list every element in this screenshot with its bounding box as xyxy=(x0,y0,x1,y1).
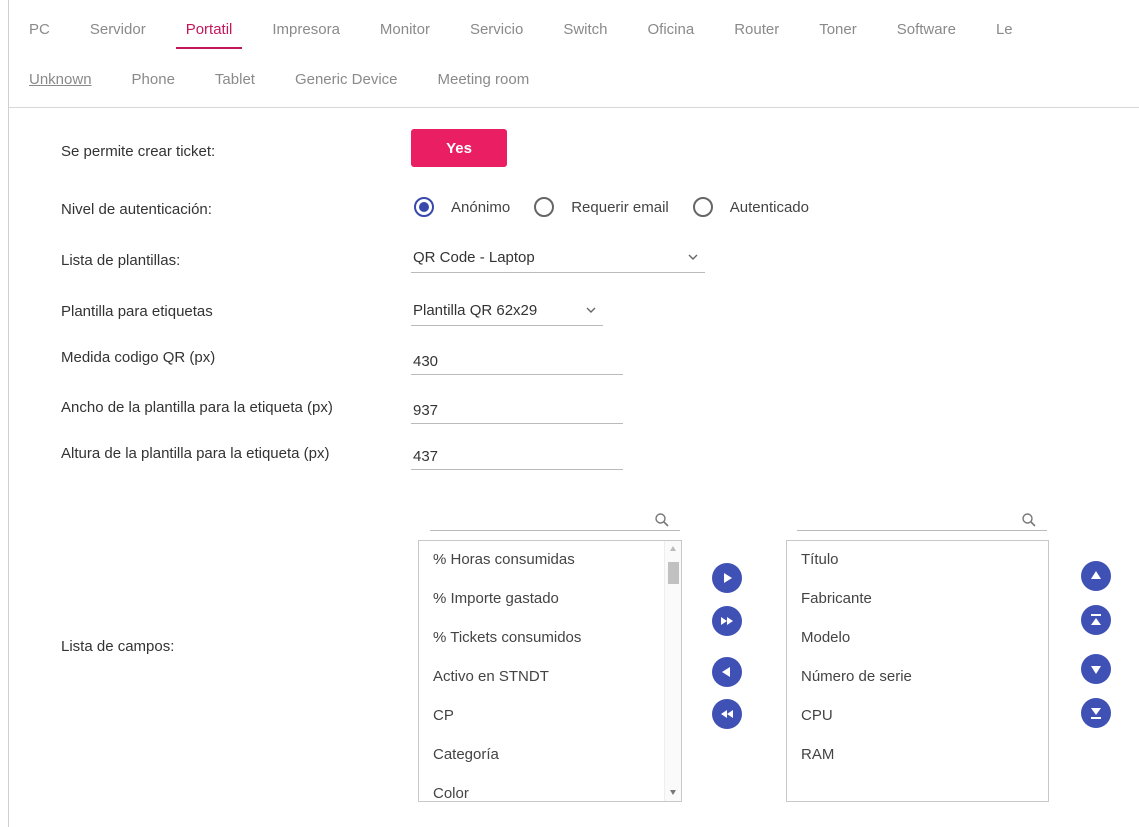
auth-option-autenticado[interactable]: Autenticado xyxy=(692,197,809,217)
tab-toner[interactable]: Toner xyxy=(799,0,877,50)
move-bottom-button[interactable] xyxy=(1081,698,1111,728)
auth-level-label: Nivel de autenticación: xyxy=(61,201,212,218)
selected-fields-list[interactable]: Título Fabricante Modelo Número de serie CPU… xyxy=(786,540,1049,802)
radio-label: Autenticado xyxy=(729,198,809,216)
list-item[interactable]: % Tickets consumidos xyxy=(419,619,681,658)
templates-list-value: QR Code - Laptop xyxy=(413,249,535,266)
available-fields-list[interactable]: % Horas consumidas% Importe gastado% Tic… xyxy=(418,540,682,802)
move-up-button[interactable] xyxy=(1081,561,1111,591)
list-item[interactable]: Modelo xyxy=(787,619,1048,658)
list-item[interactable]: Fabricante xyxy=(787,580,1048,619)
search-icon[interactable] xyxy=(654,512,670,528)
list-item[interactable]: Activo en STNDT xyxy=(419,658,681,697)
scroll-thumb[interactable] xyxy=(668,562,679,584)
label-template-select[interactable]: Plantilla QR 62x29 xyxy=(411,300,603,326)
available-fields-scrollbar[interactable] xyxy=(664,541,681,801)
tab-impresora[interactable]: Impresora xyxy=(252,0,360,50)
tab-le[interactable]: Le xyxy=(976,0,1033,50)
move-all-right-icon xyxy=(721,617,733,625)
tab-meeting-room[interactable]: Meeting room xyxy=(418,60,550,100)
list-item[interactable]: RAM xyxy=(787,736,1048,775)
move-all-left-button[interactable] xyxy=(712,699,742,729)
tab-portatil[interactable]: Portatil xyxy=(166,0,253,50)
move-bottom-icon xyxy=(1091,708,1101,719)
scroll-up-arrow-icon[interactable] xyxy=(670,546,676,551)
available-fields-search-input[interactable] xyxy=(430,509,680,531)
move-up-icon xyxy=(1091,571,1101,579)
tab-generic-device[interactable]: Generic Device xyxy=(275,60,418,100)
radio-button[interactable] xyxy=(414,197,434,217)
template-width-input[interactable] xyxy=(411,398,623,424)
auth-option-anonimo[interactable]: Anónimo xyxy=(414,197,510,217)
move-left-button[interactable] xyxy=(712,657,742,687)
move-right-icon xyxy=(724,573,732,583)
templates-list-select[interactable]: QR Code - Laptop xyxy=(411,247,705,273)
move-top-icon xyxy=(1091,614,1101,625)
template-height-label: Altura de la plantilla para la etiqueta … xyxy=(61,445,330,462)
list-item[interactable]: Color xyxy=(419,775,681,801)
category-tabs: PC Servidor Portatil Impresora Monitor Servic… xyxy=(9,0,1139,108)
tab-monitor[interactable]: Monitor xyxy=(360,0,450,50)
move-left-icon xyxy=(722,667,730,677)
move-all-right-button[interactable] xyxy=(712,606,742,636)
chevron-down-icon xyxy=(586,307,596,313)
radio-label: Anónimo xyxy=(451,198,511,216)
selected-fields-items: Título Fabricante Modelo Número de serie CPU… xyxy=(787,541,1048,775)
templates-list-label: Lista de plantillas: xyxy=(61,252,181,269)
move-top-button[interactable] xyxy=(1081,605,1111,635)
radio-button[interactable] xyxy=(692,197,713,217)
list-item[interactable]: % Importe gastado xyxy=(419,580,681,619)
tabs-row-1: PC Servidor Portatil Impresora Monitor Servic… xyxy=(9,0,1139,50)
tab-label: Unknown xyxy=(29,71,92,88)
tab-switch[interactable]: Switch xyxy=(543,0,627,50)
tab-pc[interactable]: PC xyxy=(9,0,70,50)
left-border xyxy=(8,0,9,827)
list-item[interactable]: Categoría xyxy=(419,736,681,775)
tab-tablet[interactable]: Tablet xyxy=(195,60,275,100)
list-item[interactable]: CP xyxy=(419,697,681,736)
list-item[interactable]: Título xyxy=(787,541,1048,580)
tab-label: Phone xyxy=(131,71,175,88)
tab-label: Generic Device xyxy=(294,71,398,88)
move-right-button[interactable] xyxy=(712,563,742,593)
fields-list-label: Lista de campos: xyxy=(61,638,175,655)
chevron-down-icon xyxy=(688,254,698,260)
available-fields-items: % Horas consumidas% Importe gastado% Tic… xyxy=(419,541,681,801)
list-item[interactable]: CPU xyxy=(787,697,1048,736)
search-icon[interactable] xyxy=(1021,512,1037,528)
tab-servidor[interactable]: Servidor xyxy=(70,0,166,50)
tab-servicio[interactable]: Servicio xyxy=(450,0,543,50)
ticket-allowed-label: Se permite crear ticket: xyxy=(61,143,216,160)
tab-unknown[interactable]: Unknown xyxy=(9,60,112,100)
tab-software[interactable]: Software xyxy=(877,0,976,50)
auth-level-radio-group: Anónimo Requerir email Autenticado xyxy=(414,197,833,217)
tab-router[interactable]: Router xyxy=(714,0,799,50)
template-width-label: Ancho de la plantilla para la etiqueta (… xyxy=(61,399,333,416)
tab-label: Tablet xyxy=(214,71,255,88)
label-template-value: Plantilla QR 62x29 xyxy=(413,302,538,319)
ticket-allowed-toggle[interactable]: Yes xyxy=(411,129,507,167)
label-template-label: Plantilla para etiquetas xyxy=(61,303,213,320)
scroll-down-arrow-icon[interactable] xyxy=(670,790,676,795)
move-all-left-icon xyxy=(721,710,733,718)
list-item[interactable]: Número de serie xyxy=(787,658,1048,697)
list-item[interactable]: % Horas consumidas xyxy=(419,541,681,580)
move-down-icon xyxy=(1091,666,1101,674)
qr-size-label: Medida codigo QR (px) xyxy=(61,349,216,366)
tabs-row-2: Unknown Phone Tablet Generic Device Meeting … xyxy=(9,60,1139,100)
template-height-input[interactable] xyxy=(411,444,623,470)
tab-phone[interactable]: Phone xyxy=(112,60,195,100)
qr-size-input[interactable] xyxy=(411,349,623,375)
tab-oficina[interactable]: Oficina xyxy=(628,0,715,50)
radio-label: Requerir email xyxy=(571,198,669,216)
move-down-button[interactable] xyxy=(1081,654,1111,684)
auth-option-requerir-email[interactable]: Requerir email xyxy=(534,197,669,217)
tab-label: Meeting room xyxy=(437,71,530,88)
selected-fields-search-input[interactable] xyxy=(797,509,1047,531)
radio-button[interactable] xyxy=(534,197,555,217)
